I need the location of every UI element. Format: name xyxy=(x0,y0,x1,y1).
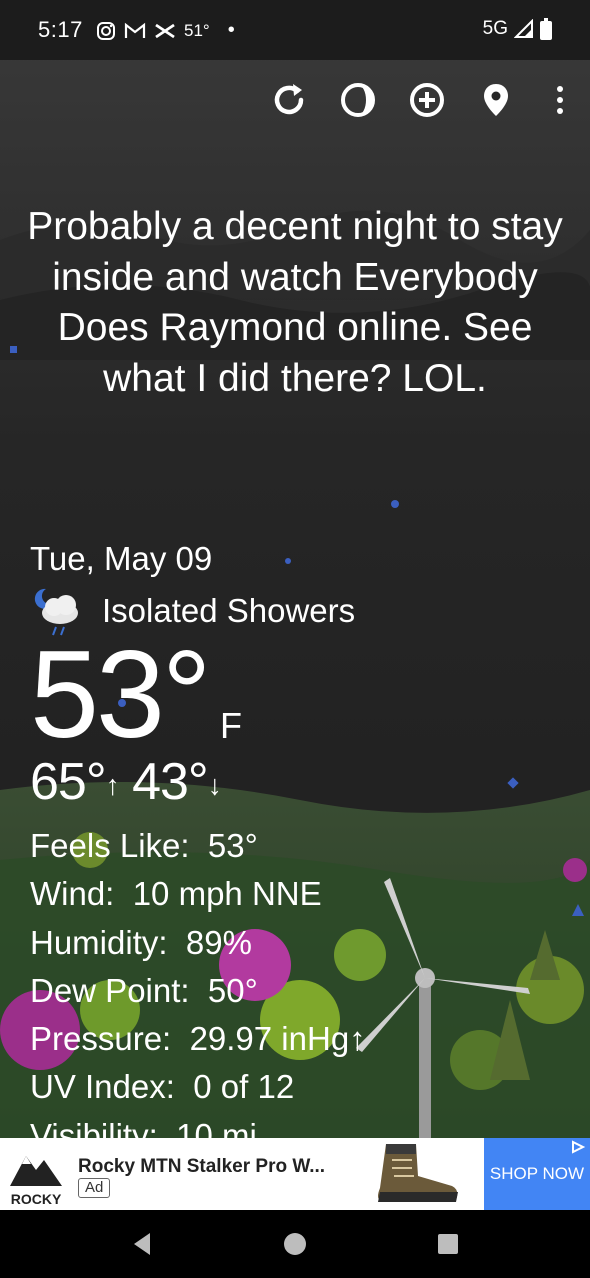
current-temperature: 53° xyxy=(30,626,212,764)
detail-label: Feels Like: xyxy=(30,827,190,864)
back-icon[interactable] xyxy=(128,1230,156,1258)
status-time: 5:17 xyxy=(38,17,83,42)
detail-label: Pressure: xyxy=(30,1020,172,1058)
detail-value: 0 of 12 xyxy=(193,1068,295,1106)
forecast-date: Tue, May 09 xyxy=(30,540,213,577)
detail-row: UV Index: 0 of 12 xyxy=(30,1063,366,1111)
ad-badge: Ad xyxy=(78,1178,111,1198)
add-location-button[interactable] xyxy=(405,78,449,122)
add-location-icon xyxy=(410,83,444,117)
down-arrow-icon: ↓ xyxy=(207,769,222,801)
detail-row: Dew Point: 50° xyxy=(30,967,366,1015)
x-icon xyxy=(155,23,175,38)
detail-label: Humidity: xyxy=(30,923,168,961)
high-low-temps: 65°↑ 43°↓ xyxy=(30,752,222,815)
detail-label: Dew Point: xyxy=(30,971,190,1009)
location-button[interactable] xyxy=(474,78,518,122)
network-type: 5G xyxy=(482,18,508,39)
detail-row: Pressure: 29.97 inHg↑ xyxy=(30,1015,366,1063)
more-options-button[interactable] xyxy=(548,78,572,122)
low-temp: 43° xyxy=(132,753,209,811)
recents-icon[interactable] xyxy=(434,1230,462,1258)
rocky-logo: ROCKY xyxy=(10,1156,62,1207)
weather-quip: Probably a decent night to stay inside a… xyxy=(27,205,563,400)
notification-icons: 51° • xyxy=(96,19,235,42)
ad-choices-icon[interactable] xyxy=(570,1140,586,1154)
temperature-unit: F xyxy=(220,705,242,746)
battery-icon xyxy=(540,18,552,40)
weather-details: Feels Like: 53° Wind: 10 mph NNE Humidit… xyxy=(30,822,366,1160)
navigation-bar xyxy=(0,1210,590,1278)
refresh-button[interactable] xyxy=(267,78,311,122)
up-arrow-icon: ↑ xyxy=(105,769,120,801)
instagram-icon xyxy=(97,21,115,40)
detail-value: 89% xyxy=(185,923,252,961)
location-pin-icon xyxy=(484,84,508,116)
status-bar: 5:17 51° • 5G xyxy=(0,0,590,60)
home-icon[interactable] xyxy=(281,1230,309,1258)
detail-value: 53° xyxy=(207,827,258,864)
detail-label: UV Index: xyxy=(30,1068,175,1106)
gmail-icon xyxy=(124,22,146,38)
high-temp: 65° xyxy=(30,753,107,811)
detail-value: 29.97 inHg↑ xyxy=(189,1020,366,1058)
status-temperature: 51° xyxy=(184,20,210,40)
ad-title: Rocky MTN Stalker Pro W... xyxy=(78,1156,326,1177)
condition-text: Isolated Showers xyxy=(102,592,356,629)
dot-icon: • xyxy=(227,19,235,41)
moon-phase-button[interactable] xyxy=(336,78,380,122)
detail-row: Humidity: 89% xyxy=(30,919,366,967)
ad-brand: ROCKY xyxy=(11,1191,62,1207)
boot-product-image xyxy=(378,1144,458,1202)
detail-label: Wind: xyxy=(30,875,115,913)
ad-banner[interactable]: ROCKY Rocky MTN Stalker Pro W... Ad SHOP… xyxy=(0,1138,590,1210)
detail-row: Wind: 10 mph NNE xyxy=(30,870,366,918)
detail-row: Feels Like: 53° xyxy=(30,822,366,870)
detail-value: 10 mph NNE xyxy=(132,875,322,913)
moon-phase-icon xyxy=(341,83,375,117)
detail-value: 50° xyxy=(207,971,258,1009)
signal-icon xyxy=(514,19,533,38)
more-vert-icon xyxy=(557,86,563,114)
app-toolbar xyxy=(242,78,572,122)
system-icons: 5G xyxy=(483,18,552,40)
refresh-icon xyxy=(274,84,304,115)
